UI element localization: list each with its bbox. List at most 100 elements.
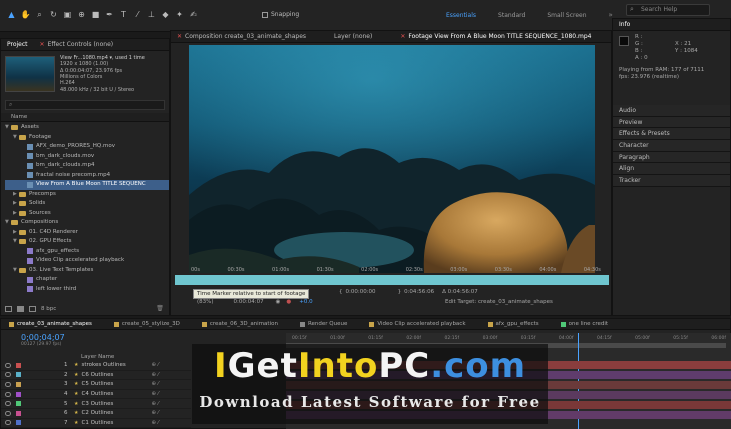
timecode-current[interactable]: 0:00:00:00 [346,289,376,295]
project-file-item[interactable]: afx_gpu_effects [5,247,169,257]
out-point-icon[interactable]: } [398,289,402,295]
close-icon[interactable]: ✕ [177,33,182,40]
project-column-header[interactable]: Name [1,113,169,122]
layer-label-color-icon[interactable] [16,362,21,368]
footage-time-ruler[interactable] [175,275,609,285]
search-help-field[interactable]: Search Help ⌕ [626,4,710,16]
project-folder-item[interactable]: ▶ Solids [5,199,169,209]
in-point-icon[interactable]: { [339,289,343,295]
puppet-tool-icon[interactable]: ✍ [188,9,199,20]
visibility-eye-icon[interactable] [5,410,11,416]
show-channel-icon[interactable]: ● [286,299,291,305]
trash-icon[interactable]: 🗑 [156,305,164,312]
timeline-tab[interactable]: Render Queue [299,321,347,327]
visibility-eye-icon[interactable] [5,381,11,387]
layer-switches-icon[interactable]: ⊕ ⁄ [151,362,158,368]
timeline-tab[interactable]: create_03_animate_shapes [9,321,92,327]
layer-name[interactable]: C5 Outlines [81,381,141,387]
visibility-eye-icon[interactable] [5,362,11,368]
tab-footage[interactable]: Footage View From A Blue Moon TITLE SEQU… [408,33,591,40]
plus-value[interactable]: +0.0 [299,299,312,305]
project-folder-item[interactable]: ▼ 02. GPU Effects [5,237,169,247]
footage-frame[interactable] [189,45,595,273]
camera-snapshot-icon[interactable]: ◉ [276,299,281,305]
workspace-standard[interactable]: Standard [498,12,525,19]
layer-name[interactable]: C4 Outlines [81,391,141,397]
layer-switches-icon[interactable]: ⊕ ⁄ [151,372,158,378]
layer-row[interactable]: 4 ★ C4 Outlines ⊕ ⁄ [1,390,191,400]
panel-paragraph[interactable]: Paragraph [613,151,730,164]
layer-name[interactable]: C2 Outlines [81,410,141,416]
eraser-tool-icon[interactable]: ◆ [160,9,171,20]
zoom-tool-icon[interactable]: ⌕ [34,9,45,20]
project-file-item[interactable]: bm_dark_clouds.mov [5,152,169,162]
footage-thumbnail[interactable] [5,56,55,92]
layer-row[interactable]: 3 ★ C5 Outlines ⊕ ⁄ [1,380,191,390]
project-file-item[interactable]: Video Clip accelerated playback [5,256,169,266]
panel-effects-presets[interactable]: Effects & Presets [613,128,730,141]
timecode-end[interactable]: 0:04:56:06 [404,289,434,295]
close-icon[interactable]: ✕ [400,33,405,40]
project-file-item[interactable]: left lower third [5,285,169,295]
panel-align[interactable]: Align [613,163,730,176]
selection-tool-icon[interactable]: ▲ [6,9,17,20]
panel-tracker[interactable]: Tracker [613,175,730,187]
timeline-tab[interactable]: one line credit [560,321,608,327]
layer-switches-icon[interactable]: ⊕ ⁄ [151,381,158,387]
roto-brush-tool-icon[interactable]: ✦ [174,9,185,20]
close-icon[interactable]: ✕ [40,41,45,48]
layer-switches-icon[interactable]: ⊕ ⁄ [151,420,158,426]
timeline-tab[interactable]: create_06_3D_animation [201,321,278,327]
project-folder-item[interactable]: ▶ Precomps [5,190,169,200]
project-folder-item[interactable]: ▼ Footage [5,133,169,143]
snapping-checkbox-icon[interactable] [262,11,268,18]
search-help-input[interactable]: Search Help [626,4,710,16]
project-file-item[interactable]: View From A Blue Moon TITLE SEQUENC [5,180,169,190]
layer-name[interactable]: strokes Outlines [81,362,141,368]
layer-name[interactable]: C3 Outlines [81,401,141,407]
layer-label-color-icon[interactable] [16,372,21,378]
layer-switches-icon[interactable]: ⊕ ⁄ [151,410,158,416]
visibility-eye-icon[interactable] [5,372,11,378]
workspace-essentials[interactable]: Essentials [446,12,476,19]
layer-switches-icon[interactable]: ⊕ ⁄ [151,401,158,407]
project-file-item[interactable]: chapter [5,275,169,285]
layer-label-color-icon[interactable] [16,391,21,397]
info-title[interactable]: Info [619,21,630,28]
project-folder-item[interactable]: ▼ 03. Live Text Templates [5,266,169,276]
tab-layer[interactable]: Layer (none) [334,33,372,40]
interpret-footage-icon[interactable] [5,305,12,312]
clone-stamp-tool-icon[interactable]: ⊥ [146,9,157,20]
rectangle-tool-icon[interactable]: ■ [90,9,101,20]
project-file-item[interactable]: bm_dark_clouds.mp4 [5,161,169,171]
tab-project[interactable]: Project [7,41,28,48]
new-folder-icon[interactable] [17,305,24,312]
layer-row[interactable]: 6 ★ C2 Outlines ⊕ ⁄ [1,409,191,419]
layer-row[interactable]: 7 ★ C1 Outlines ⊕ ⁄ [1,419,191,429]
timeline-tab[interactable]: afx_gpu_effects [487,321,539,327]
timeline-tab[interactable]: create_05_stylize_3D [113,321,180,327]
project-file-item[interactable]: fractal noise precomp.mp4 [5,171,169,181]
layer-row[interactable]: 1 ★ strokes Outlines ⊕ ⁄ [1,361,191,371]
timeline-ruler[interactable]: 00:15f 01:00f 01:15f 02:00f 02:15f 03:00f 03:1… [286,333,731,343]
layer-name[interactable]: C1 Outlines [81,420,141,426]
snapping-toggle[interactable]: Snapping [262,11,299,18]
brush-tool-icon[interactable]: ⁄ [132,9,143,20]
layer-switches-icon[interactable]: ⊕ ⁄ [151,391,158,397]
panel-character[interactable]: Character [613,140,730,152]
layer-label-color-icon[interactable] [16,410,21,416]
layer-row[interactable]: 5 ★ C3 Outlines ⊕ ⁄ [1,399,191,409]
visibility-eye-icon[interactable] [5,391,11,397]
project-folder-item[interactable]: ▼ Compositions [5,218,169,228]
project-folder-item[interactable]: ▶ 01. C4D Renderer [5,228,169,238]
layer-row[interactable]: 2 ★ C6 Outlines ⊕ ⁄ [1,371,191,381]
text-tool-icon[interactable]: T [118,9,129,20]
panel-audio[interactable]: Audio [613,105,730,117]
project-folder-item[interactable]: ▼ Assets [5,123,169,133]
bpc-label[interactable]: 8 bpc [41,306,56,312]
rotate-tool-icon[interactable]: ↻ [48,9,59,20]
timecode-small[interactable]: 0:00:04:07 [234,299,264,305]
new-comp-icon[interactable] [29,305,36,312]
zoom-level[interactable]: (83%) [197,299,214,305]
pan-behind-tool-icon[interactable]: ⊕ [76,9,87,20]
